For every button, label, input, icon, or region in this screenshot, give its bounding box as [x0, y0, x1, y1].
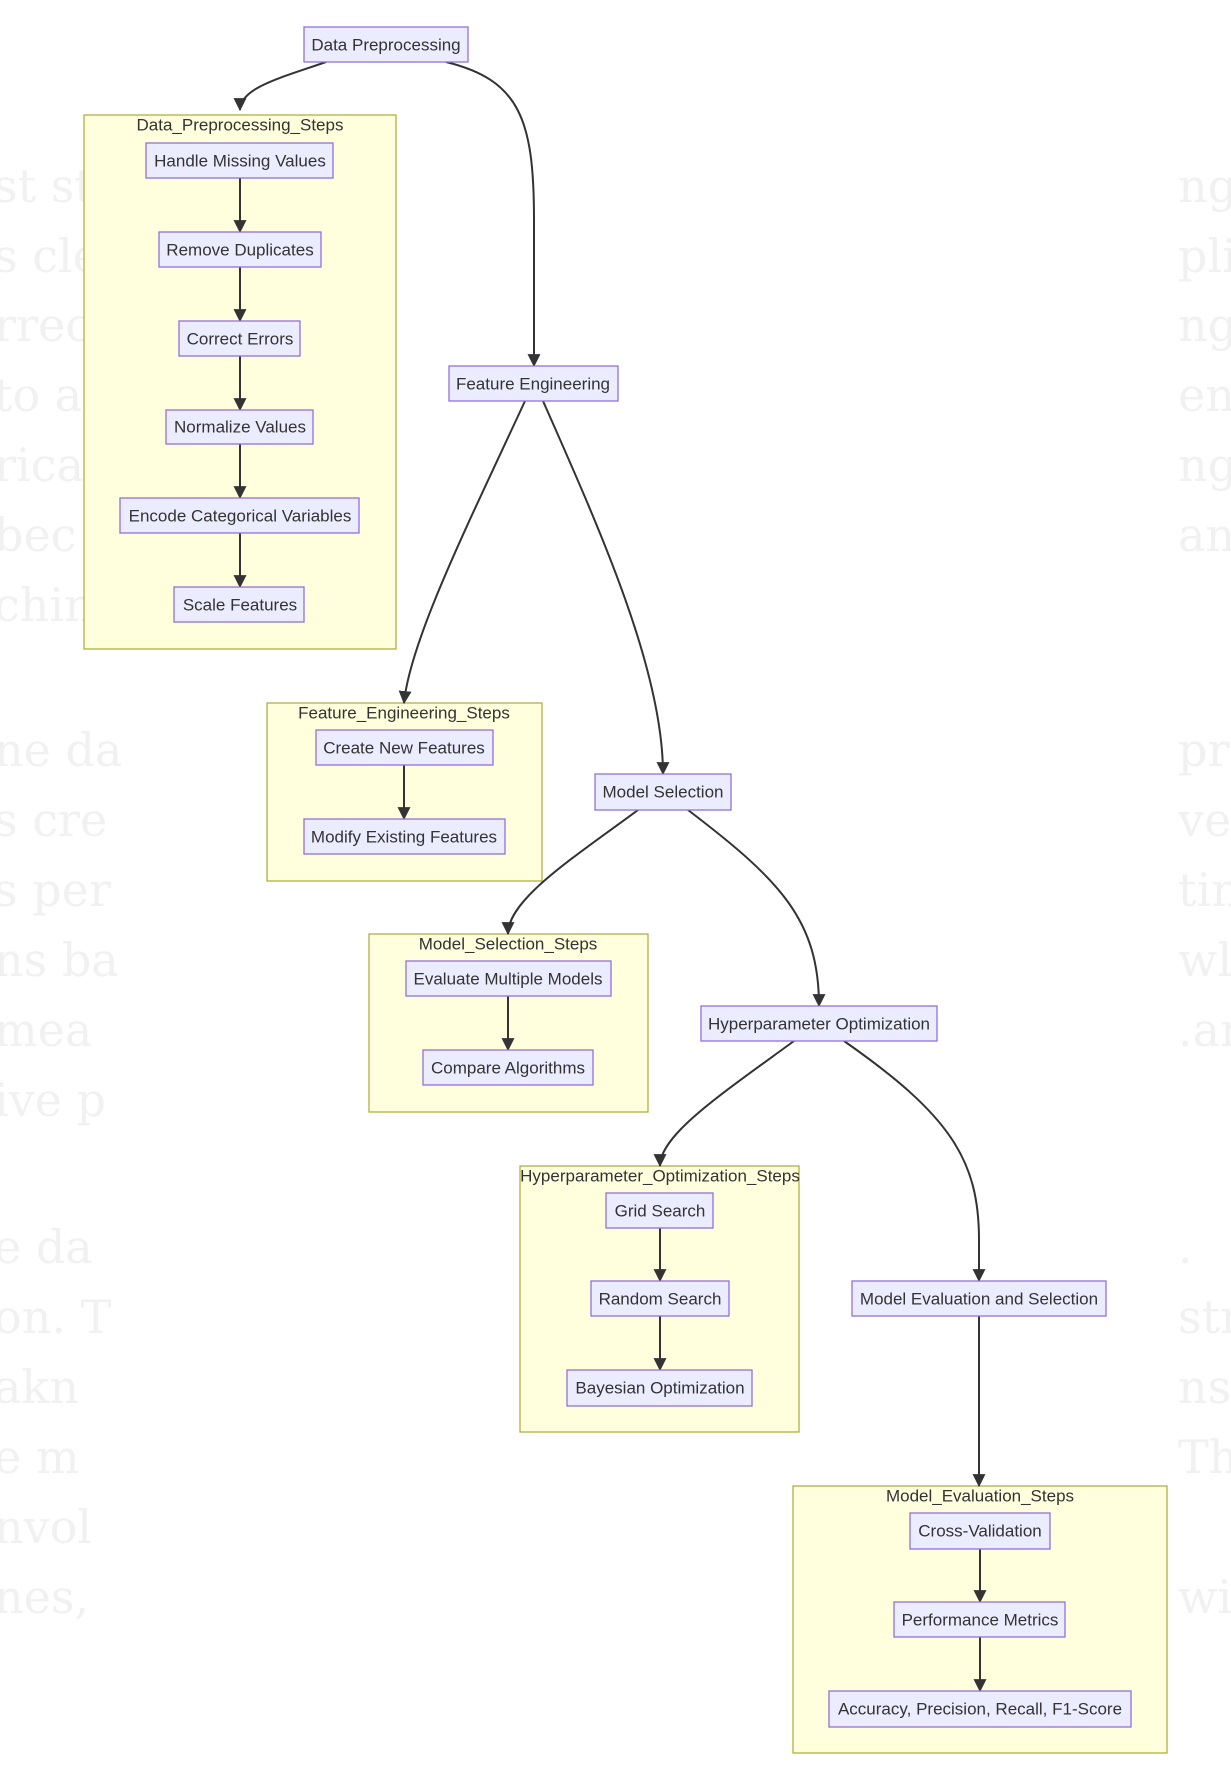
node-label: Model Selection: [603, 783, 724, 802]
node-feature-engineering[interactable]: Feature Engineering: [448, 365, 619, 402]
node-cross-validation[interactable]: Cross-Validation: [909, 1512, 1051, 1550]
edge-data-preprocessing-to-feature-engineering: [445, 61, 541, 368]
cluster-title: Model_Evaluation_Steps: [886, 1487, 1074, 1506]
node-performance-metrics[interactable]: Performance Metrics: [893, 1601, 1066, 1638]
node-label: Modify Existing Features: [311, 828, 497, 847]
node-label: Evaluate Multiple Models: [414, 970, 603, 989]
node-model-selection[interactable]: Model Selection: [594, 773, 732, 811]
node-grid-search[interactable]: Grid Search: [605, 1192, 714, 1229]
node-label: Random Search: [599, 1290, 722, 1309]
flowchart-diagram: Data_Preprocessing_Steps Feature_Enginee…: [83, 26, 1168, 1754]
node-label: Remove Duplicates: [166, 241, 313, 260]
node-model-evaluation-and-selection[interactable]: Model Evaluation and Selection: [851, 1280, 1107, 1317]
node-accuracy-precision-recall-f1[interactable]: Accuracy, Precision, Recall, F1-Score: [828, 1690, 1132, 1728]
node-data-preprocessing[interactable]: Data Preprocessing: [303, 26, 469, 63]
cluster-title: Hyperparameter_Optimization_Steps: [520, 1167, 800, 1186]
node-modify-existing-features[interactable]: Modify Existing Features: [303, 818, 506, 855]
node-correct-errors[interactable]: Correct Errors: [178, 320, 301, 357]
node-label: Performance Metrics: [902, 1611, 1059, 1630]
node-label: Compare Algorithms: [431, 1059, 585, 1078]
node-label: Handle Missing Values: [154, 152, 326, 171]
node-compare-algorithms[interactable]: Compare Algorithms: [422, 1049, 594, 1086]
node-label: Encode Categorical Variables: [129, 507, 352, 526]
node-scale-features[interactable]: Scale Features: [173, 586, 305, 623]
node-label: Grid Search: [615, 1202, 706, 1221]
node-remove-duplicates[interactable]: Remove Duplicates: [158, 231, 322, 268]
edge-hyperparameter-to-steps: [653, 1040, 795, 1168]
cluster-title: Data_Preprocessing_Steps: [137, 116, 344, 135]
node-label: Hyperparameter Optimization: [708, 1015, 930, 1034]
node-label: Data Preprocessing: [311, 36, 460, 55]
edge-data-preprocessing-to-steps: [233, 61, 327, 112]
node-label: Feature Engineering: [456, 375, 610, 394]
node-label: Cross-Validation: [918, 1522, 1041, 1541]
node-normalize-values[interactable]: Normalize Values: [165, 409, 314, 445]
edge-model-selection-to-hyperparameter: [687, 809, 826, 1008]
node-bayesian-optimization[interactable]: Bayesian Optimization: [566, 1369, 753, 1407]
node-handle-missing-values[interactable]: Handle Missing Values: [145, 142, 334, 179]
node-encode-categorical-variables[interactable]: Encode Categorical Variables: [119, 497, 360, 534]
node-label: Normalize Values: [174, 418, 306, 437]
node-label: Scale Features: [183, 596, 297, 615]
node-create-new-features[interactable]: Create New Features: [315, 729, 494, 766]
node-label: Model Evaluation and Selection: [860, 1290, 1098, 1309]
edge-feature-engineering-to-steps: [398, 400, 526, 705]
node-random-search[interactable]: Random Search: [590, 1280, 730, 1317]
node-label: Bayesian Optimization: [575, 1379, 744, 1398]
node-evaluate-multiple-models[interactable]: Evaluate Multiple Models: [405, 960, 612, 997]
edge-feature-engineering-to-model-selection: [542, 400, 670, 776]
cluster-title: Model_Selection_Steps: [419, 935, 598, 954]
node-label: Accuracy, Precision, Recall, F1-Score: [838, 1700, 1122, 1719]
cluster-title: Feature_Engineering_Steps: [298, 704, 510, 723]
node-label: Correct Errors: [187, 330, 294, 349]
node-label: Create New Features: [323, 739, 485, 758]
edge-hyperparameter-to-model-evaluation: [843, 1040, 986, 1283]
node-hyperparameter-optimization[interactable]: Hyperparameter Optimization: [700, 1005, 938, 1042]
